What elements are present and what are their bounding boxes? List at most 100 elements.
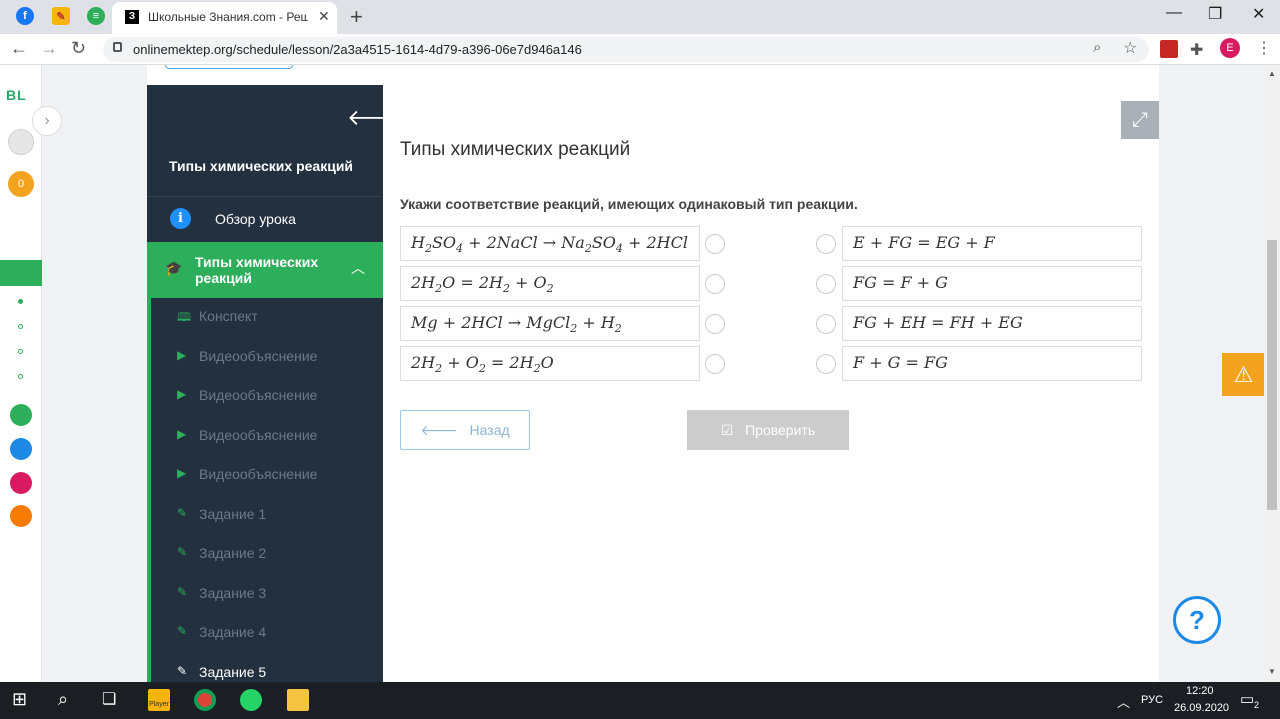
play-icon: ▶ [177, 426, 187, 441]
task-view-icon[interactable]: ❏ [102, 689, 124, 711]
sidebar-item[interactable]: 🕮 Конспект [147, 298, 383, 336]
profile-avatar[interactable]: E [1220, 38, 1240, 58]
scroll-up-icon[interactable]: ▲ [1268, 69, 1276, 78]
close-window-icon[interactable]: ✕ [1252, 4, 1265, 24]
expand-rail-chevron-icon[interactable]: › [32, 106, 62, 136]
left-equation[interactable]: Mg + 2HCl → MgCl2 + H2 [400, 306, 700, 341]
clock-date[interactable]: 26.09.2020 [1174, 702, 1229, 714]
bilimland-app-icon[interactable] [10, 404, 32, 426]
sidebar-section-active[interactable]: 🎓 Типы химических реакций ︿ [147, 242, 383, 298]
scroll-thumb[interactable] [1267, 240, 1277, 510]
new-tab-icon[interactable]: + [350, 4, 363, 30]
minimize-icon[interactable]: — [1166, 4, 1182, 22]
search-icon[interactable]: ⌕ [58, 689, 80, 711]
onlinemektep-tab-icon[interactable]: ≡ [87, 7, 105, 25]
back-button[interactable]: 🡐 Назад [400, 410, 530, 450]
sidebar-item-label: Видеообъяснение [199, 387, 318, 403]
sidebar-item[interactable]: ✎ Задание 1 [147, 496, 383, 534]
windows-start-icon[interactable]: ⊞ [12, 689, 34, 711]
facebook-tab-icon[interactable]: f [16, 7, 34, 25]
sidebar-item[interactable]: ▶ Видеообъяснение [147, 377, 383, 415]
chrome-icon[interactable] [194, 689, 216, 711]
rail-dot-1[interactable] [18, 299, 23, 304]
sidebar-item-label: Видеообъяснение [199, 466, 318, 482]
user-avatar-icon[interactable] [8, 129, 34, 155]
right-match-radio[interactable] [816, 354, 836, 374]
restore-icon[interactable]: ❐ [1208, 4, 1222, 24]
sidebar-item-label: Задание 3 [199, 584, 267, 601]
whatsapp-icon[interactable] [240, 689, 262, 711]
edit-icon: ✎ [177, 505, 188, 520]
left-match-radio[interactable] [705, 354, 725, 374]
help-question-icon[interactable]: ? [1173, 596, 1221, 644]
pdf-extension-icon[interactable] [1160, 40, 1178, 58]
rail-active-app-icon[interactable] [0, 260, 42, 286]
address-bar: ← → ↻ onlinemektep.org/schedule/lesson/2… [0, 34, 1280, 65]
back-nav-icon[interactable]: ← [10, 38, 28, 59]
twig-app-icon[interactable] [10, 472, 32, 494]
right-equation[interactable]: FG = F + G [842, 266, 1142, 301]
book-icon: 🕮 [177, 310, 192, 324]
sidebar-section-label: Типы химических реакций [195, 254, 319, 286]
close-tab-icon[interactable]: ✕ [318, 8, 330, 25]
left-rail: BL 0 [0, 65, 42, 682]
page: BL 0 › 🡐 Типы химических реакций i Обзор… [0, 65, 1280, 682]
sidebar-item[interactable]: ✎ Задание 4 [147, 614, 383, 652]
left-equation[interactable]: 2H2O = 2H2 + O2 [400, 266, 700, 301]
task-instruction: Укажи соответствие реакций, имеющих один… [400, 196, 858, 212]
active-tab[interactable]: З Школьные Знания.com - Решае ✕ [112, 2, 337, 34]
sidebar-item[interactable]: ▶ Видеообъяснение [147, 456, 383, 494]
chevron-up-icon[interactable]: ︿ [351, 258, 365, 278]
coins-badge[interactable]: 0 [8, 171, 34, 197]
lock-icon [113, 42, 122, 52]
scroll-down-icon[interactable]: ▼ [1268, 667, 1276, 676]
right-match-radio[interactable] [816, 234, 836, 254]
bilimland-logo[interactable]: BL [6, 87, 27, 103]
top-stub [165, 65, 293, 69]
zoom-icon[interactable]: ⌕ [1093, 39, 1101, 56]
notification-icon[interactable]: ▭ [1240, 690, 1254, 708]
rail-dot-4[interactable] [18, 374, 23, 379]
url-field[interactable]: onlinemektep.org/schedule/lesson/2a3a451… [103, 37, 1149, 62]
rail-dot-3[interactable] [18, 349, 23, 354]
browser-menu-icon[interactable]: ⋮ [1256, 38, 1272, 58]
warning-icon[interactable]: ⚠ [1222, 353, 1265, 396]
right-equation[interactable]: E + FG = EG + F [842, 226, 1142, 261]
test-app-icon[interactable] [10, 438, 32, 460]
edit-icon: ✎ [177, 663, 188, 678]
edit-icon: ✎ [177, 624, 188, 638]
tray-chevron-icon[interactable]: ︿ [1117, 692, 1130, 711]
right-match-radio[interactable] [816, 274, 836, 294]
extensions-puzzle-icon[interactable]: ✚ [1190, 40, 1208, 59]
imagination-app-icon[interactable] [10, 505, 32, 527]
page-title: Типы химических реакций [400, 139, 631, 160]
sidebar-item-overview[interactable]: i Обзор урока [147, 197, 383, 242]
left-match-radio[interactable] [705, 234, 725, 254]
left-equation[interactable]: H2SO4 + 2NaCl → Na2SO4 + 2HCl [400, 226, 700, 261]
left-match-radio[interactable] [705, 314, 725, 334]
sidebar-item[interactable]: ✎ Задание 3 [147, 575, 383, 613]
right-equation[interactable]: FG + EH = FH + EG [842, 306, 1142, 341]
rail-dot-2[interactable] [18, 324, 23, 329]
back-arrow-icon[interactable]: 🡐 [347, 105, 383, 131]
language-indicator[interactable]: РУС [1141, 694, 1163, 706]
check-button[interactable]: ☑ Проверить [687, 410, 849, 450]
sidebar-item[interactable]: ▶ Видеообъяснение [147, 338, 383, 376]
left-equation[interactable]: 2H2 + O2 = 2H2O [400, 346, 700, 381]
page-scrollbar[interactable]: ▲ ▼ [1264, 65, 1280, 682]
player-app-icon[interactable]: Player [148, 689, 170, 711]
sidebar-item[interactable]: ✎ Задание 2 [147, 535, 383, 573]
clock-time[interactable]: 12:20 [1186, 685, 1214, 697]
left-match-radio[interactable] [705, 274, 725, 294]
reload-icon[interactable]: ↻ [71, 38, 86, 59]
bookmark-star-icon[interactable]: ☆ [1123, 38, 1137, 58]
edit-icon: ✎ [177, 584, 188, 599]
forward-nav-icon[interactable]: → [40, 38, 58, 59]
sidebar-item[interactable]: ▶ Видеообъяснение [147, 417, 383, 455]
fullscreen-icon[interactable]: ⤢ [1121, 101, 1159, 139]
pinned-tab-icon[interactable]: ✎ [52, 7, 70, 25]
file-explorer-icon[interactable] [287, 689, 309, 711]
sidebar-item[interactable]: ✎ Задание 5 [147, 654, 383, 683]
right-equation[interactable]: F + G = FG [842, 346, 1142, 381]
right-match-radio[interactable] [816, 314, 836, 334]
